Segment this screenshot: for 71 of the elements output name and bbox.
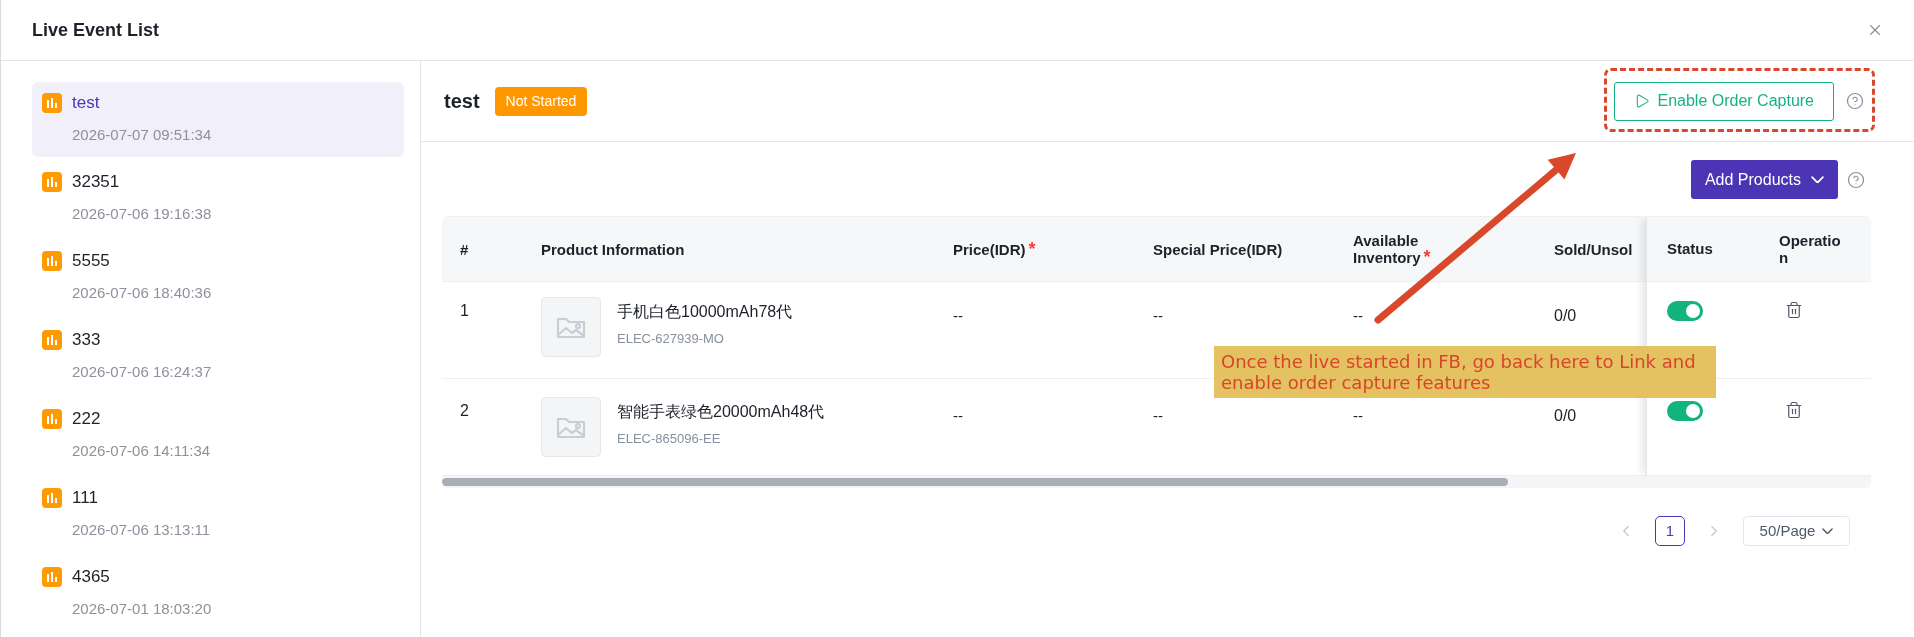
event-time: 2026-07-06 14:11:34 [72,441,212,461]
image-icon [541,397,601,457]
event-time: 2026-07-06 19:16:38 [72,204,213,224]
scrollbar-thumb[interactable] [442,478,1508,486]
bar-chart-icon [42,93,62,113]
column-header: # [460,240,469,258]
column-header: Available Inventory [1353,232,1421,266]
table-cell: 1 [460,302,469,319]
trash-icon[interactable] [1785,301,1803,319]
bar-chart-icon [42,330,62,350]
window-title: Live Event List [32,18,160,42]
event-name: 5555 [72,250,110,272]
bar-chart-icon [42,567,62,587]
help-icon[interactable] [1847,170,1865,189]
bar-chart-icon [42,172,62,192]
event-list-item[interactable]: test 2026-07-07 09:51:34 [32,82,404,157]
page-button[interactable]: 1 [1655,516,1685,546]
product-sku: ELEC-865096-EE [617,430,722,448]
event-title: test [444,89,480,114]
product-name: 智能手表绿色20000mAh48代 [617,402,825,422]
product-sku: ELEC-627939-MO [617,330,725,348]
event-list-item[interactable]: 111 2026-07-06 13:13:11 [32,477,404,552]
column-header: Sold/Unsol [1554,240,1633,258]
table-cell: -- [1153,307,1163,324]
image-icon [541,297,601,357]
status-toggle[interactable] [1667,401,1703,421]
event-list-item[interactable]: 333 2026-07-06 16:24:37 [32,319,404,394]
event-time: 2026-07-06 18:40:36 [72,283,213,303]
event-time: 2026-07-06 16:24:37 [72,362,213,382]
column-header: Product Information [541,240,685,258]
required-mark: * [1028,238,1036,259]
table-cell: -- [953,407,963,424]
add-products-button[interactable]: Add Products [1690,160,1838,199]
column-header: Status [1667,238,1713,259]
bar-chart-icon [42,409,62,429]
table-cell: 2 [460,402,469,419]
table-cell: 0/0 [1554,307,1577,324]
event-time: 2026-07-06 13:13:11 [72,520,212,540]
table-cell: -- [1353,407,1363,424]
column-header: Special Price(IDR) [1153,240,1283,258]
chevron-down-icon [1822,527,1834,535]
table-cell: -- [1153,407,1163,424]
event-name: 222 [72,408,101,430]
table-cell: -- [1353,307,1363,324]
event-list-item[interactable]: 5555 2026-07-06 18:40:36 [32,240,404,315]
table-cell: -- [953,307,963,324]
event-name: 111 [72,487,98,509]
trash-icon[interactable] [1785,401,1803,419]
event-name: 4365 [72,566,110,588]
bar-chart-icon [42,251,62,271]
event-name: 32351 [72,171,120,193]
annotation-note: Once the live started in FB, go back here to Link and enable order capture features [1214,346,1716,398]
event-name: test [72,92,100,114]
event-time: 2026-07-01 18:03:20 [72,599,213,619]
event-time: 2026-07-07 09:51:34 [72,125,213,145]
required-mark: * [1423,247,1431,267]
column-header: Operation [1779,232,1842,266]
status-badge: Not Started [494,86,588,116]
status-toggle[interactable] [1667,301,1703,321]
page-size-select[interactable]: 50/Page [1743,516,1850,546]
chevron-down-icon [1811,175,1824,184]
event-list-item[interactable]: 32351 2026-07-06 19:16:38 [32,161,404,236]
product-name: 手机白色10000mAh78代 [617,302,793,322]
table-cell: 0/0 [1554,407,1577,424]
bar-chart-icon [42,488,62,508]
event-list-item[interactable]: 4365 2026-07-01 18:03:20 [32,556,404,631]
help-icon[interactable] [1846,92,1864,110]
column-header: Price(IDR) [953,240,1026,258]
event-list-item[interactable]: 222 2026-07-06 14:11:34 [32,398,404,473]
play-icon [1634,93,1651,109]
event-name: 333 [72,329,101,351]
